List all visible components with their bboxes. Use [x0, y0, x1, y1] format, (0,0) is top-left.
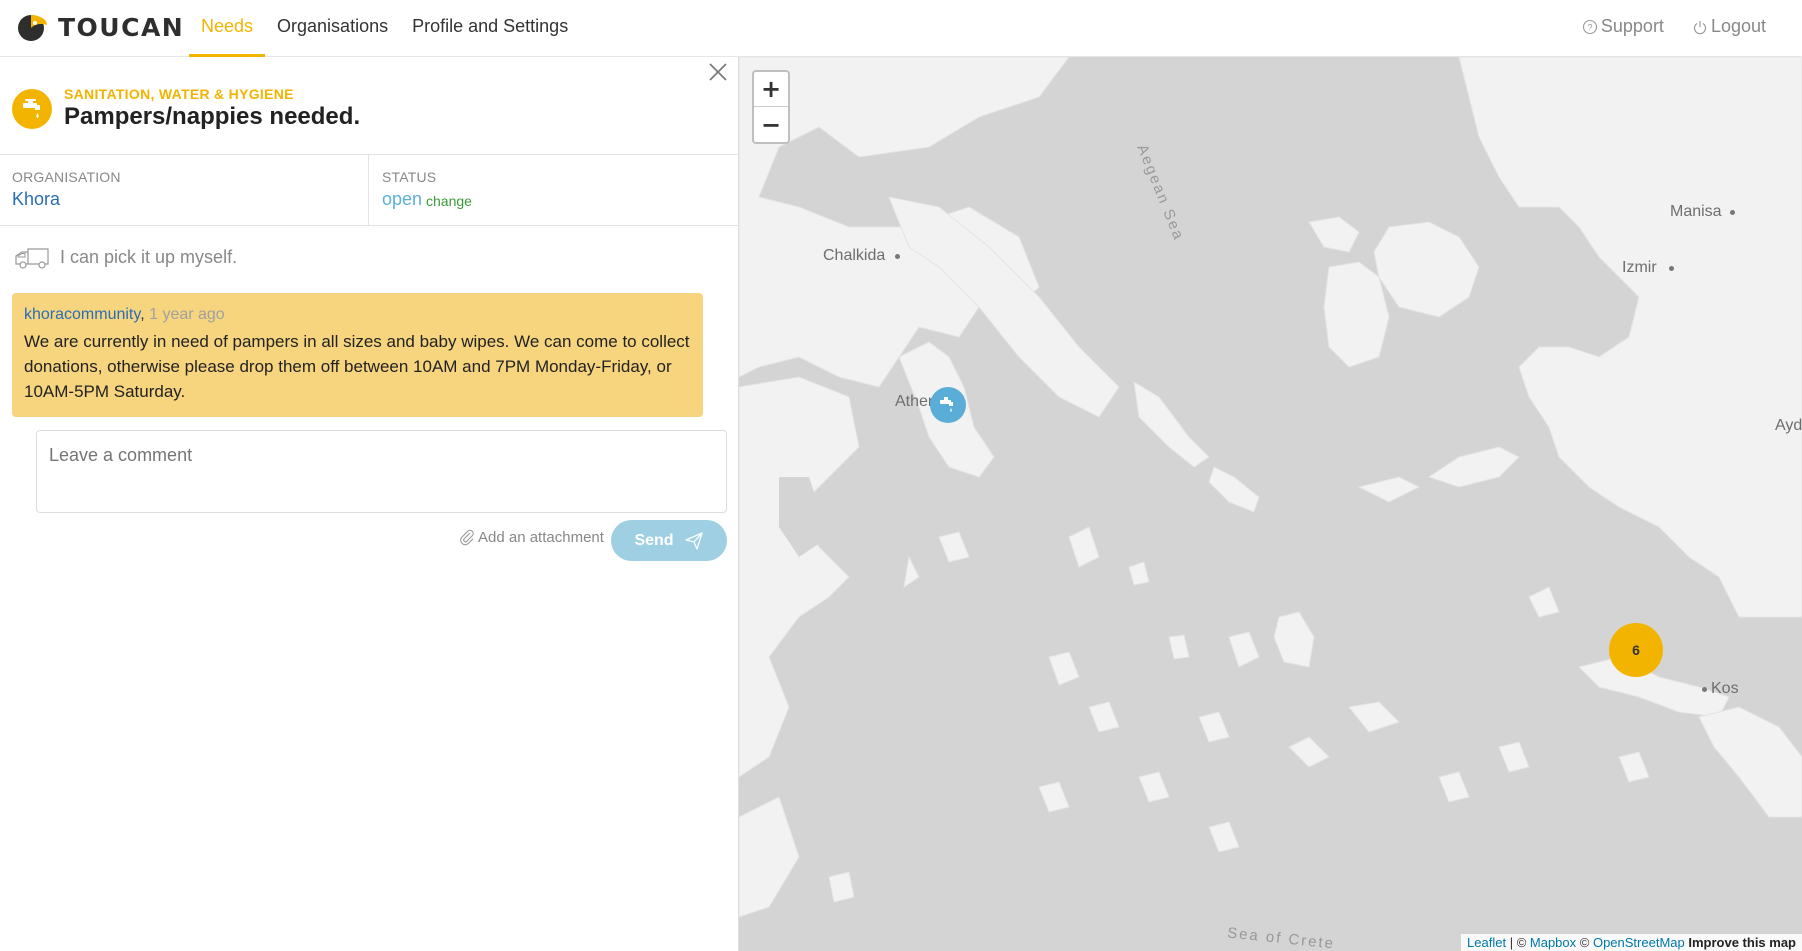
- support-link[interactable]: ? Support: [1582, 16, 1664, 37]
- divider: [0, 154, 739, 155]
- send-label: Send: [634, 531, 674, 549]
- top-navbar: TOUCAN Needs Organisations Profile and S…: [0, 0, 1802, 57]
- place-label-aydin: Ayd: [1775, 417, 1802, 434]
- zoom-control: + −: [752, 70, 790, 144]
- organisation-label: ORGANISATION: [12, 169, 121, 185]
- nav-organisations[interactable]: Organisations: [265, 0, 400, 57]
- tap-icon: [940, 397, 953, 412]
- main-nav: Needs Organisations Profile and Settings: [189, 0, 580, 57]
- leaflet-link[interactable]: Leaflet: [1467, 935, 1506, 950]
- place-label-izmir: Izmir: [1622, 259, 1657, 276]
- comment-meta: khoracommunity, 1 year ago: [24, 305, 691, 325]
- tap-icon: [23, 99, 40, 118]
- comment-separator: ,: [140, 306, 145, 323]
- place-dot: [895, 254, 900, 259]
- attribution-separator: | ©: [1506, 935, 1530, 950]
- place-label-chalkida: Chalkida: [823, 247, 886, 264]
- svg-text:?: ?: [1587, 22, 1592, 32]
- toucan-logo-icon: [18, 15, 47, 41]
- openstreetmap-link[interactable]: OpenStreetMap: [1593, 935, 1685, 950]
- place-label-kos: Kos: [1711, 680, 1739, 697]
- marker-cluster[interactable]: 6: [1609, 623, 1663, 677]
- support-label: Support: [1600, 16, 1664, 36]
- divider: [368, 155, 369, 225]
- place-dot: [1669, 266, 1674, 271]
- zoom-out-button[interactable]: −: [754, 107, 788, 142]
- place-dot: [1702, 687, 1707, 692]
- change-status-link[interactable]: change: [426, 193, 472, 209]
- status-label: STATUS: [382, 169, 437, 185]
- logout-link[interactable]: Logout: [1692, 16, 1766, 37]
- organisation-link[interactable]: Khora: [12, 189, 60, 210]
- pickup-text: I can pick it up myself.: [60, 246, 238, 267]
- brand-name: TOUCAN: [58, 12, 185, 42]
- map-attribution: Leaflet | © Mapbox © OpenStreetMap Impro…: [1461, 934, 1802, 951]
- attribution-separator: ©: [1576, 935, 1593, 950]
- comment-text: We are currently in need of pampers in a…: [24, 332, 690, 401]
- power-icon: [1693, 20, 1707, 34]
- divider: [0, 225, 739, 226]
- add-attachment-button[interactable]: Add an attachment: [458, 528, 604, 546]
- send-button[interactable]: Send: [611, 520, 727, 561]
- zoom-in-button[interactable]: +: [754, 72, 788, 107]
- place-dot: [1730, 210, 1735, 215]
- nav-needs[interactable]: Needs: [189, 0, 266, 57]
- add-attachment-label: Add an attachment: [478, 528, 604, 546]
- map-view[interactable]: + − Aegean Sea Sea of Crete Chalkida Ath…: [739, 57, 1802, 951]
- logout-label: Logout: [1710, 16, 1766, 36]
- nav-profile-settings[interactable]: Profile and Settings: [400, 0, 580, 57]
- category-icon-badge: [12, 89, 52, 129]
- status-value: open: [382, 189, 423, 209]
- need-title: Pampers/nappies needed.: [64, 103, 361, 130]
- close-icon: [709, 63, 727, 81]
- user-nav: ? Support Logout: [1582, 0, 1766, 53]
- mapbox-link[interactable]: Mapbox: [1530, 935, 1576, 950]
- place-label-manisa: Manisa: [1670, 203, 1722, 220]
- comment-input[interactable]: [36, 430, 727, 513]
- need-category: SANITATION, WATER & HYGIENE: [64, 86, 294, 102]
- paper-plane-icon: [684, 531, 703, 550]
- comment-author-link[interactable]: khoracommunity: [24, 306, 140, 323]
- toucan-logo[interactable]: TOUCAN: [17, 11, 184, 43]
- paperclip-icon: [460, 529, 474, 546]
- improve-map-link[interactable]: Improve this map: [1688, 935, 1796, 950]
- need-map-marker[interactable]: [930, 387, 966, 423]
- comment-timestamp: 1 year ago: [149, 306, 225, 323]
- map-land-layer: [739, 57, 1802, 918]
- close-panel-button[interactable]: [706, 60, 730, 84]
- help-circle-icon: ?: [1582, 19, 1597, 34]
- pickup-info: I can pick it up myself.: [14, 244, 237, 270]
- comment-card: khoracommunity, 1 year ago We are curren…: [12, 293, 703, 417]
- truck-icon: [15, 248, 49, 269]
